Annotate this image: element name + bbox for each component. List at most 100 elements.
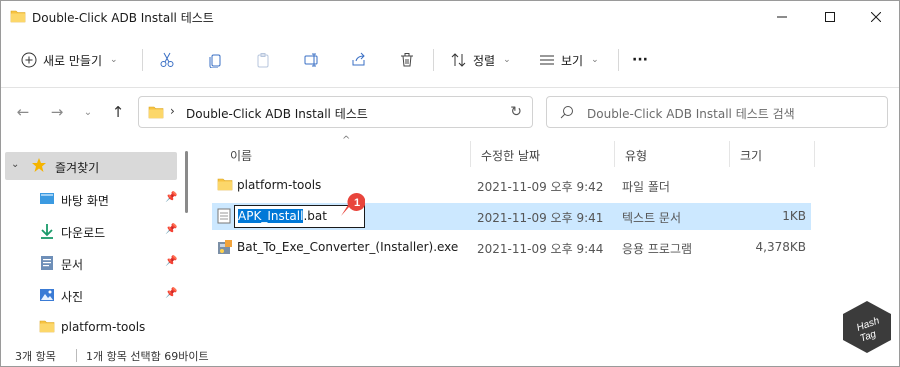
- copy-button[interactable]: [207, 45, 223, 75]
- divider: [142, 49, 143, 71]
- search-placeholder: Double-Click ADB Install 테스트 검색: [587, 107, 795, 121]
- trash-icon: [401, 53, 413, 67]
- folder-icon: [10, 9, 26, 26]
- view-label: 보기: [561, 53, 584, 68]
- file-type: 파일 폴더: [622, 180, 670, 194]
- column-header-label: 수정한 날짜: [481, 148, 541, 163]
- more-label: ···: [632, 52, 648, 68]
- arrow-up-icon: ↑: [111, 103, 125, 121]
- status-item-count: 3개 항목: [15, 350, 56, 363]
- view-button[interactable]: 보기 ⌄: [539, 45, 599, 75]
- title-bar: Double-Click ADB Install 테스트: [1, 1, 899, 33]
- document-icon: [39, 255, 55, 274]
- close-button[interactable]: [853, 1, 899, 33]
- chevron-down-icon: ⌄: [110, 55, 118, 65]
- scissors-icon: [160, 52, 174, 67]
- forward-button[interactable]: →: [46, 101, 68, 123]
- file-name: platform-tools: [237, 178, 322, 192]
- status-bar: 3개 항목 1개 항목 선택함 69바이트: [1, 344, 899, 366]
- file-row[interactable]: platform-tools 2021-11-09 오후 9:42 파일 폴더: [212, 172, 811, 199]
- search-box[interactable]: Double-Click ADB Install 테스트 검색: [546, 96, 888, 128]
- pictures-icon: [39, 287, 55, 306]
- file-date: 2021-11-09 오후 9:42: [477, 180, 604, 194]
- maximize-button[interactable]: [807, 1, 853, 33]
- file-row-selected[interactable]: APK_Install.bat 2021-11-09 오후 9:41 텍스트 문…: [212, 203, 811, 230]
- close-icon: [871, 12, 881, 22]
- rename-selected-text: APK_Install: [238, 209, 304, 223]
- folder-icon: [39, 319, 55, 336]
- sidebar-item-platform-tools[interactable]: platform-tools: [5, 313, 177, 341]
- pin-icon: 📌: [165, 288, 178, 299]
- folder-icon: [148, 105, 164, 122]
- rename-button[interactable]: [303, 45, 321, 75]
- chevron-down-icon: ⌄: [591, 55, 599, 65]
- rename-extension: .bat: [303, 209, 327, 223]
- column-header-name[interactable]: 이름: [212, 141, 470, 169]
- download-icon: [39, 223, 55, 242]
- paste-button[interactable]: [255, 45, 271, 75]
- sidebar-item-pictures[interactable]: 사진 📌: [5, 281, 177, 309]
- new-label: 새로 만들기: [43, 53, 103, 68]
- chevron-down-icon: ⌄: [11, 159, 20, 170]
- file-type: 응용 프로그램: [622, 242, 693, 256]
- hashtag-watermark-logo: Hash Tag: [843, 301, 891, 353]
- back-button[interactable]: ←: [12, 101, 34, 123]
- application-icon: [217, 239, 233, 258]
- address-bar[interactable]: › Double-Click ADB Install 테스트 ↻: [138, 96, 533, 128]
- file-row[interactable]: Bat_To_Exe_Converter_(Installer).exe 202…: [212, 234, 811, 261]
- column-header-label: 유형: [625, 148, 648, 163]
- sidebar-item-desktop[interactable]: 바탕 화면 📌: [5, 185, 177, 213]
- arrow-left-icon: ←: [16, 103, 30, 121]
- column-separator[interactable]: [814, 141, 815, 167]
- desktop-icon: [39, 191, 55, 210]
- plus-circle-icon: [21, 52, 37, 68]
- paste-icon: [257, 53, 269, 68]
- folder-icon: [217, 177, 233, 194]
- file-date: 2021-11-09 오후 9:41: [477, 211, 604, 225]
- step-callout-badge: 1: [341, 192, 365, 216]
- explorer-window: Double-Click ADB Install 테스트 새로 만들기 ⌄ 정렬…: [0, 0, 900, 367]
- sidebar-item-label: 즐겨찾기: [55, 161, 100, 175]
- copy-icon: [209, 54, 221, 68]
- minimize-icon: [777, 16, 787, 18]
- rename-icon: [304, 53, 318, 67]
- maximize-icon: [825, 12, 835, 22]
- minimize-button[interactable]: [759, 1, 805, 33]
- column-header-date[interactable]: 수정한 날짜: [471, 141, 614, 169]
- more-options-button[interactable]: ···: [632, 45, 648, 75]
- cut-button[interactable]: [159, 45, 175, 75]
- column-header-size[interactable]: 크기: [730, 141, 814, 169]
- command-bar: 새로 만들기 ⌄ 정렬 ⌄ 보기 ⌄ ···: [1, 41, 899, 79]
- refresh-icon[interactable]: ↻: [510, 104, 522, 120]
- sidebar-item-downloads[interactable]: 다운로드 📌: [5, 217, 177, 245]
- sidebar-item-favorites[interactable]: ⌄ 즐겨찾기: [5, 152, 177, 180]
- divider: [76, 349, 77, 362]
- chevron-down-icon: ⌄: [503, 55, 511, 65]
- sidebar-item-label: 문서: [61, 258, 84, 272]
- sidebar-item-label: platform-tools: [61, 320, 146, 334]
- up-button[interactable]: ↑: [107, 101, 129, 123]
- share-icon: [352, 52, 365, 66]
- status-selection: 1개 항목 선택함 69바이트: [86, 350, 209, 363]
- column-header-label: 이름: [230, 148, 253, 163]
- file-type: 텍스트 문서: [622, 211, 682, 225]
- sidebar-scrollbar[interactable]: [185, 151, 188, 213]
- sidebar-item-label: 다운로드: [61, 226, 106, 240]
- address-path: Double-Click ADB Install 테스트: [186, 107, 368, 121]
- pin-icon: 📌: [165, 192, 178, 203]
- new-button[interactable]: 새로 만들기 ⌄: [21, 45, 118, 75]
- column-header-type[interactable]: 유형: [615, 141, 729, 169]
- arrow-right-icon: →: [50, 103, 64, 121]
- sidebar-item-documents[interactable]: 문서 📌: [5, 249, 177, 277]
- file-date: 2021-11-09 오후 9:44: [477, 242, 604, 256]
- sort-button[interactable]: 정렬 ⌄: [451, 45, 511, 75]
- divider: [433, 49, 434, 71]
- chevron-right-icon: ›: [170, 104, 175, 118]
- share-button[interactable]: [351, 45, 367, 75]
- chevron-down-icon: ⌄: [83, 106, 93, 118]
- star-icon: [31, 157, 47, 176]
- divider: [618, 49, 619, 71]
- callout-number: 1: [354, 197, 360, 209]
- recent-locations-button[interactable]: ⌄: [77, 101, 99, 123]
- delete-button[interactable]: [399, 45, 415, 75]
